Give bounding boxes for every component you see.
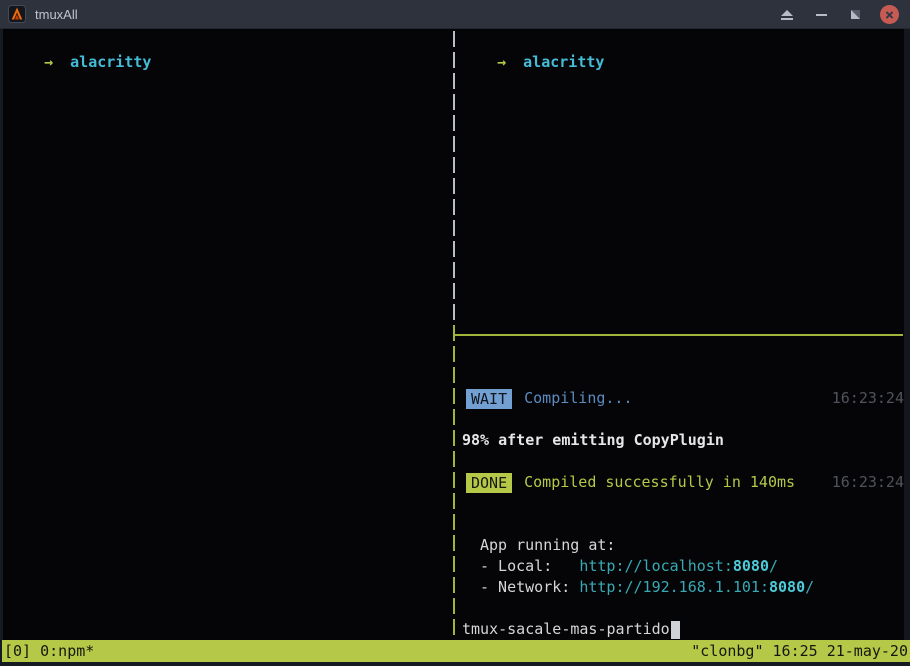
wait-badge: WAIT (466, 389, 512, 409)
compile-wait-line: WAIT Compiling... 16:23:24 (462, 388, 904, 409)
minimize-icon (816, 14, 827, 16)
shade-button[interactable] (778, 6, 796, 24)
maximize-icon (851, 10, 860, 19)
window-left-edge (0, 29, 3, 666)
compiled-message: Compiled successfully in 140ms (524, 472, 795, 493)
tmux-status-bar: [0] 0:npm* "clonbg" 16:25 21-may-20 (2, 640, 910, 662)
timestamp: 16:23:24 (832, 472, 904, 493)
local-url-suffix[interactable]: / (769, 556, 778, 577)
command-input-line[interactable]: tmux-sacale-mas-partido (462, 619, 904, 640)
alacritty-window: tmuxAll →alacritty →alacritty (0, 0, 910, 666)
window-controls (778, 0, 899, 29)
pane-divider-vertical-active[interactable] (453, 325, 455, 640)
tmux-status-right: "clonbg" 16:25 21-may-20 (691, 640, 908, 662)
pane-divider-horizontal-active[interactable] (453, 334, 903, 336)
local-label: - Local: (480, 556, 579, 577)
typed-command: tmux-sacale-mas-partido (462, 619, 670, 640)
local-port[interactable]: 8080 (733, 556, 769, 577)
progress-line: 98% after emitting CopyPlugin (462, 430, 904, 451)
text-cursor (671, 621, 680, 639)
window-title: tmuxAll (35, 0, 78, 29)
network-label: - Network: (480, 577, 579, 598)
done-badge: DONE (466, 473, 512, 493)
local-url[interactable]: http://localhost: (579, 556, 733, 577)
prompt-arrow-icon: → (44, 53, 53, 71)
compile-done-line: DONE Compiled successfully in 140ms 16:2… (462, 472, 904, 493)
progress-text: 98% after emitting CopyPlugin (462, 430, 724, 451)
pane-divider-vertical-inactive[interactable] (453, 31, 455, 325)
alacritty-logo-icon (8, 5, 26, 23)
window-bottom-edge (0, 662, 910, 666)
maximize-button[interactable] (846, 6, 864, 24)
prompt-command: alacritty (70, 53, 151, 71)
eject-icon (781, 10, 793, 16)
app-running-line: App running at: (462, 535, 904, 556)
network-url[interactable]: http://192.168.1.101: (579, 577, 769, 598)
app-running-text: App running at: (480, 535, 615, 556)
close-button[interactable] (880, 5, 899, 24)
network-url-line: - Network: http://192.168.1.101: 8080 / (462, 577, 904, 598)
tmux-status-left[interactable]: [0] 0:npm* (4, 640, 94, 662)
prompt-arrow-icon: → (497, 53, 506, 71)
titlebar[interactable]: tmuxAll (0, 0, 910, 29)
minimize-button[interactable] (812, 6, 830, 24)
top-right-pane-prompt[interactable]: →alacritty (461, 31, 604, 52)
network-url-suffix[interactable]: / (805, 577, 814, 598)
local-url-line: - Local: http://localhost: 8080 / (462, 556, 904, 577)
window-right-edge (904, 29, 910, 640)
compiling-message: Compiling... (524, 388, 632, 409)
network-port[interactable]: 8080 (769, 577, 805, 598)
timestamp: 16:23:24 (832, 388, 904, 409)
left-pane-prompt[interactable]: →alacritty (8, 31, 151, 52)
prompt-command: alacritty (523, 53, 604, 71)
